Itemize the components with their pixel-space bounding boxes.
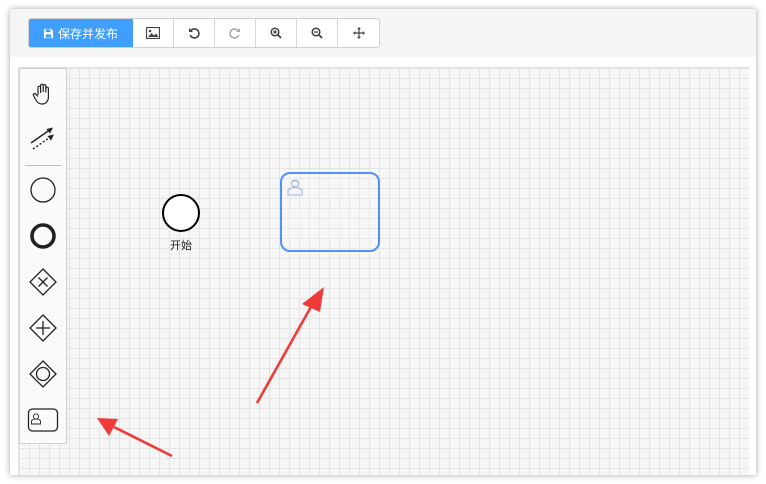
inclusive-gateway-icon (29, 360, 57, 388)
zoom-in-icon (270, 27, 282, 39)
user-task-icon (287, 179, 303, 196)
start-event-shape[interactable] (161, 193, 201, 233)
move-icon (352, 27, 365, 39)
parallel-gateway-icon (29, 314, 57, 342)
inclusive-gateway-tool[interactable] (23, 354, 63, 394)
start-event-icon (30, 177, 56, 203)
save-icon (43, 28, 54, 38)
end-event-tool[interactable] (23, 216, 63, 256)
end-event-icon (30, 223, 56, 249)
undo-button[interactable] (174, 19, 215, 47)
start-event-tool[interactable] (23, 170, 63, 210)
hand-tool-icon (32, 83, 49, 105)
hand-tool[interactable] (23, 74, 63, 114)
palette-separator (25, 165, 61, 166)
toolbar-area: 保存并发布 (10, 9, 756, 57)
toolbar: 保存并发布 (28, 18, 380, 48)
redo-button[interactable] (215, 19, 256, 47)
exclusive-gateway-tool[interactable] (23, 262, 63, 302)
undo-icon (189, 28, 200, 39)
save-publish-button[interactable]: 保存并发布 (29, 19, 133, 47)
parallel-gateway-tool[interactable] (23, 308, 63, 348)
connect-tool-icon (30, 127, 54, 150)
user-task-icon (27, 408, 59, 432)
user-task-shape[interactable] (280, 172, 380, 252)
image-button[interactable] (133, 19, 174, 47)
start-event-label: 开始 (170, 240, 192, 252)
exclusive-gateway-icon (29, 268, 57, 296)
connect-tool[interactable] (23, 117, 63, 157)
zoom-in-button[interactable] (256, 19, 297, 47)
image-icon (146, 27, 160, 39)
zoom-out-button[interactable] (297, 19, 338, 47)
diagram-canvas[interactable] (18, 67, 749, 475)
zoom-out-icon (311, 27, 323, 39)
move-button[interactable] (338, 19, 379, 47)
tool-palette (19, 68, 67, 444)
user-task-tool[interactable] (23, 400, 63, 440)
save-publish-label: 保存并发布 (57, 26, 118, 41)
redo-icon (229, 28, 240, 39)
app-window: 保存并发布 开始 (10, 9, 756, 475)
